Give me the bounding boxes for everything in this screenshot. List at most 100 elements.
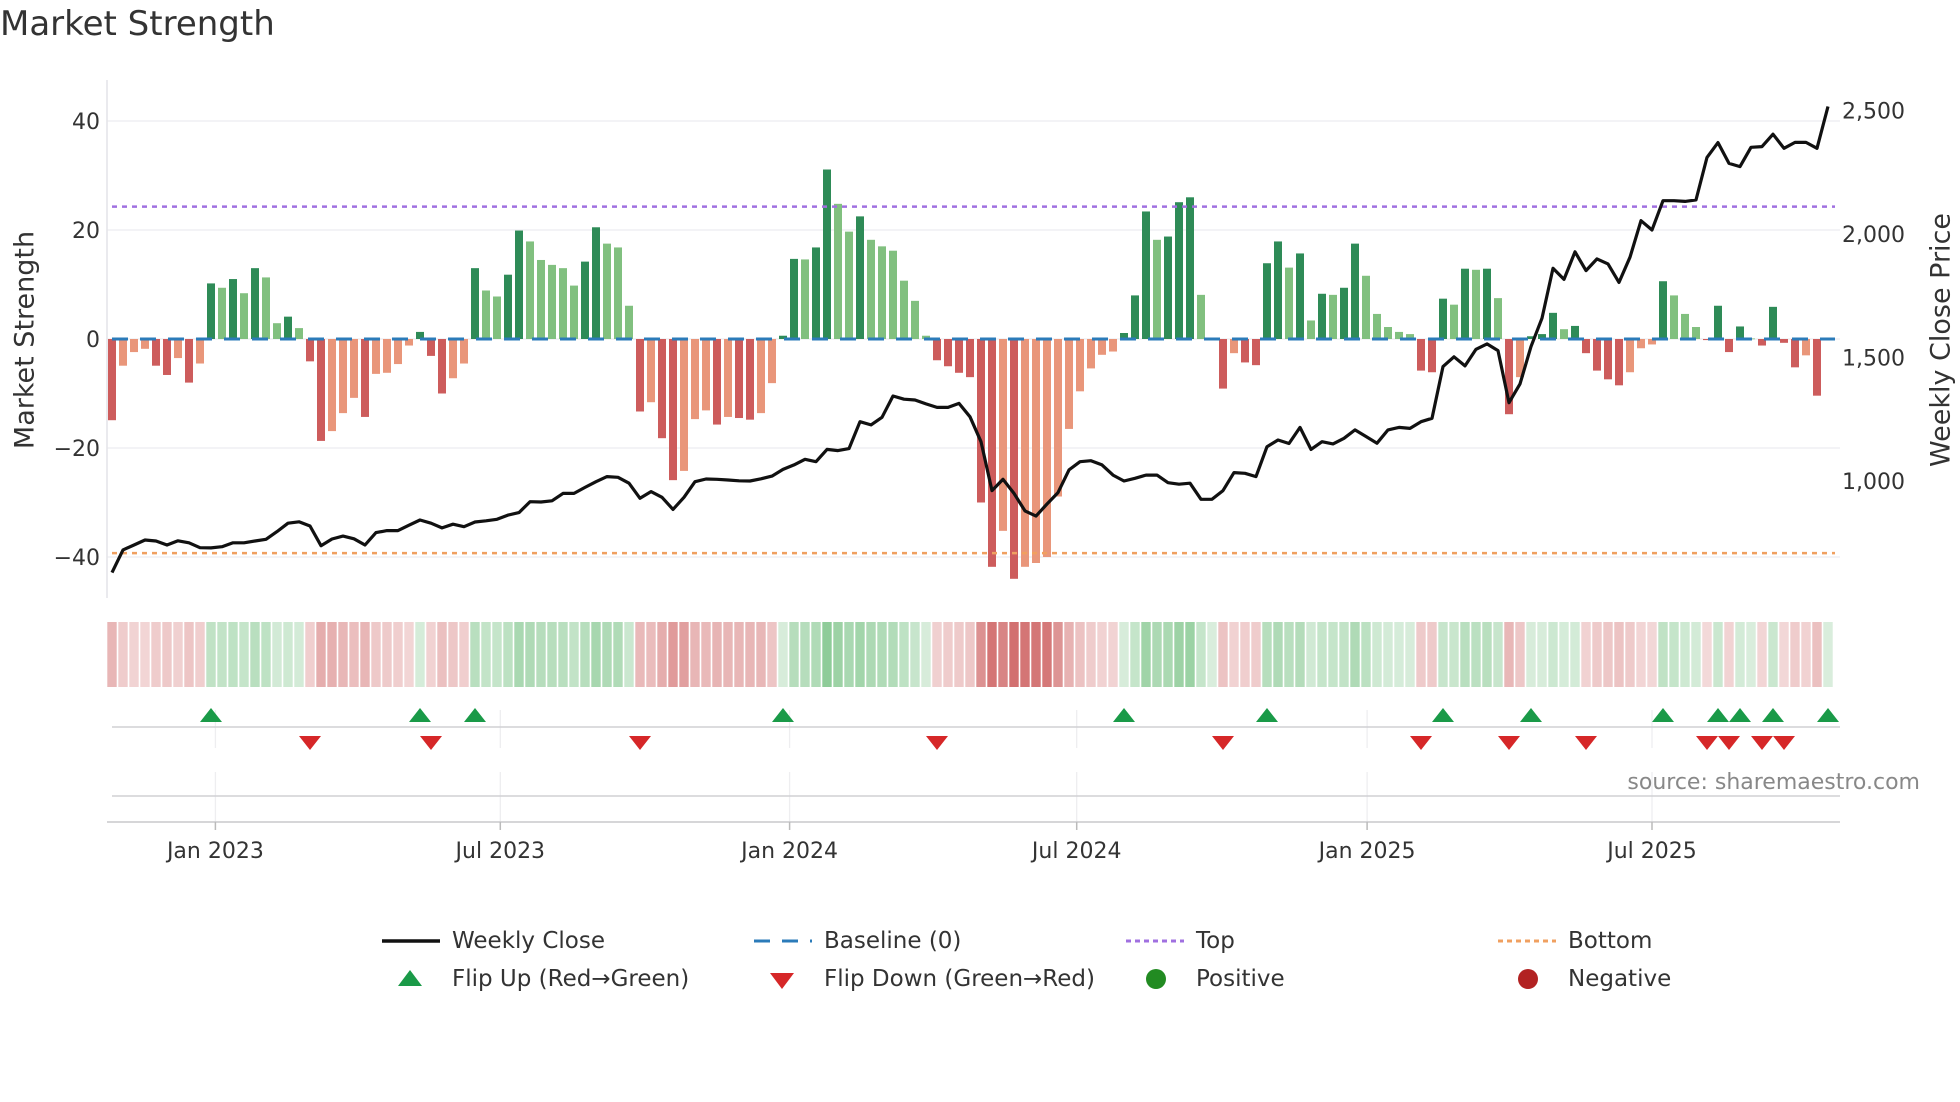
strength-bar xyxy=(229,279,237,339)
heat-cell xyxy=(1790,622,1800,687)
heat-cell xyxy=(184,622,194,687)
strength-bar xyxy=(944,339,952,367)
flip-down-marker xyxy=(299,736,321,750)
heat-cell xyxy=(1262,622,1272,687)
heat-cell xyxy=(1064,622,1074,687)
x-tick-label: Jan 2025 xyxy=(1317,839,1416,864)
strength-bar xyxy=(581,261,589,339)
strength-bar xyxy=(856,216,864,339)
strength-bar xyxy=(790,258,798,339)
strength-bar xyxy=(394,339,402,365)
heat-cell xyxy=(1405,622,1415,687)
strength-bar xyxy=(1692,327,1700,339)
heat-cell xyxy=(1251,622,1261,687)
heat-cell xyxy=(1603,622,1613,687)
heat-cell xyxy=(877,622,887,687)
strength-bar xyxy=(1098,339,1106,355)
heat-cell xyxy=(943,622,953,687)
heat-cell xyxy=(1185,622,1195,687)
heat-cell xyxy=(756,622,766,687)
heat-cell xyxy=(987,622,997,687)
heat-cell xyxy=(1592,622,1602,687)
heat-cell xyxy=(1372,622,1382,687)
heat-cell xyxy=(1702,622,1712,687)
strength-bar xyxy=(1813,339,1821,396)
heat-cell xyxy=(1097,622,1107,687)
heat-cell xyxy=(426,622,436,687)
market-strength-chart: 40 20 0 −20 −40 2,500 2,000 1,500 1,000 Jan 2023 J… xyxy=(10,80,1957,864)
heat-cell xyxy=(1724,622,1734,687)
heat-cell xyxy=(1295,622,1305,687)
heat-cell xyxy=(1680,622,1690,687)
strength-bar xyxy=(163,339,171,375)
heat-cell xyxy=(1537,622,1547,687)
heat-cell xyxy=(646,622,656,687)
strength-bar xyxy=(1494,298,1502,339)
strength-bar xyxy=(1054,339,1062,497)
flip-down-marker xyxy=(1773,736,1795,750)
strength-bar xyxy=(1142,211,1150,339)
strength-bar xyxy=(317,339,325,441)
heat-cell xyxy=(1042,622,1052,687)
strength-bar xyxy=(768,339,776,384)
heat-cell xyxy=(690,622,700,687)
heat-cell xyxy=(1614,622,1624,687)
heat-cell xyxy=(1141,622,1151,687)
heat-cell xyxy=(899,622,909,687)
heat-cell xyxy=(492,622,502,687)
heat-cell xyxy=(1636,622,1646,687)
heat-cell xyxy=(195,622,205,687)
flip-down-marker xyxy=(1212,736,1234,750)
heat-cell xyxy=(844,622,854,687)
strength-bar xyxy=(889,250,897,339)
heat-cell xyxy=(932,622,942,687)
heat-cell xyxy=(1009,622,1019,687)
strength-bar xyxy=(504,274,512,339)
heat-cell xyxy=(393,622,403,687)
strength-bar xyxy=(1274,241,1282,339)
strength-bar xyxy=(1230,339,1238,354)
strength-bar xyxy=(449,339,457,379)
strength-bar xyxy=(240,293,248,339)
heat-cell xyxy=(107,622,117,687)
heat-cell xyxy=(239,622,249,687)
heat-cell xyxy=(1757,622,1767,687)
strength-bar xyxy=(713,339,721,425)
strength-bar xyxy=(823,169,831,339)
strength-bar xyxy=(1032,339,1040,563)
x-tick-label: Jul 2024 xyxy=(1030,839,1122,864)
strength-bar xyxy=(383,339,391,373)
strength-bar xyxy=(361,339,369,417)
heat-cell xyxy=(1130,622,1140,687)
heat-cell xyxy=(767,622,777,687)
heat-cell xyxy=(800,622,810,687)
strength-bar xyxy=(1131,295,1139,339)
heat-cell xyxy=(437,622,447,687)
heat-cell xyxy=(525,622,535,687)
heat-cell xyxy=(734,622,744,687)
heat-cell xyxy=(1196,622,1206,687)
heat-cell xyxy=(745,622,755,687)
heat-cell xyxy=(250,622,260,687)
heat-cell xyxy=(1526,622,1536,687)
heat-cell xyxy=(1768,622,1778,687)
heat-cell xyxy=(1031,622,1041,687)
flip-down-marker xyxy=(420,736,442,750)
strength-heat-strip xyxy=(107,622,1833,687)
heat-cell xyxy=(921,622,931,687)
strength-bar xyxy=(185,339,193,383)
heat-cell xyxy=(657,622,667,687)
strength-bar xyxy=(1571,325,1579,339)
strength-bar xyxy=(284,316,292,339)
heat-cell xyxy=(778,622,788,687)
heat-cell xyxy=(1713,622,1723,687)
strength-bar xyxy=(658,339,666,439)
heat-cell xyxy=(701,622,711,687)
heat-cell xyxy=(305,622,315,687)
flip-up-marker xyxy=(200,708,222,722)
strength-bar xyxy=(1417,339,1425,371)
heat-cell xyxy=(140,622,150,687)
heat-cell xyxy=(448,622,458,687)
flip-down-marker xyxy=(1410,736,1432,750)
strength-bar xyxy=(548,264,556,339)
